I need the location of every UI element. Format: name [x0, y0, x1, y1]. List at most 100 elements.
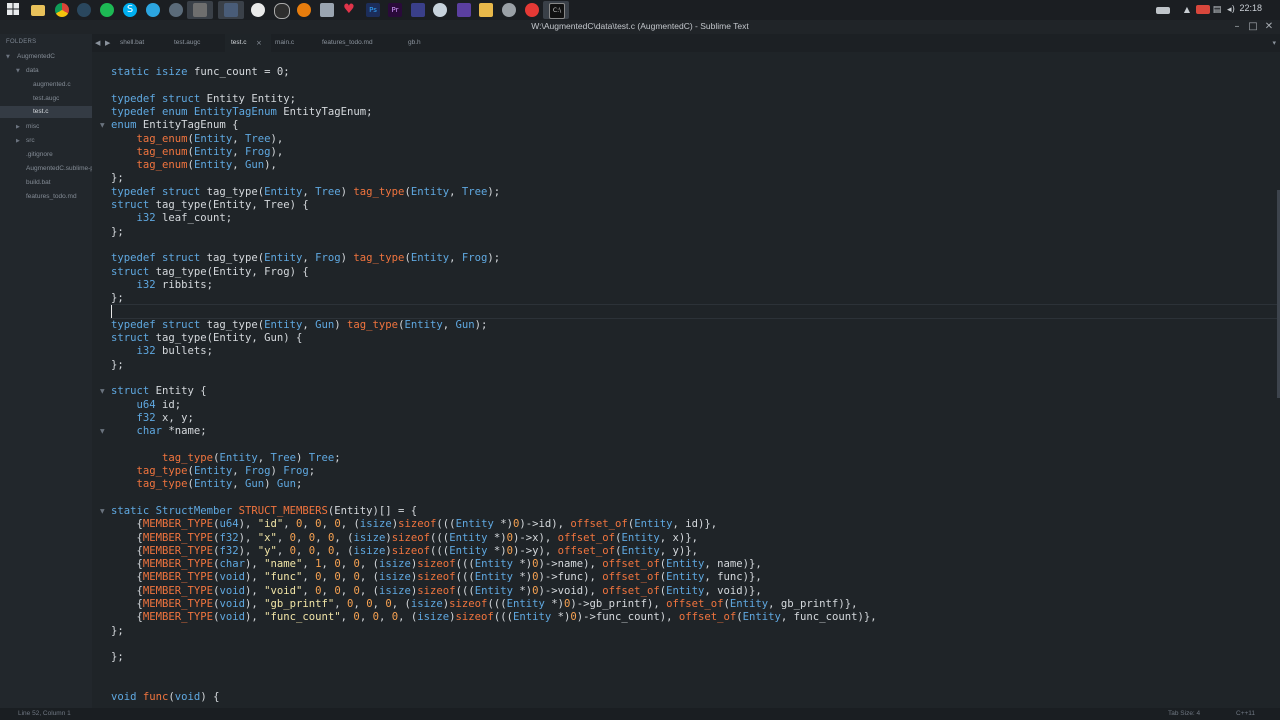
network-icon[interactable]: ▤: [1210, 3, 1224, 17]
chevron-up-icon[interactable]: ▲: [1180, 3, 1194, 17]
code-line[interactable]: u64 id;: [111, 399, 182, 412]
clock[interactable]: 22:18: [1239, 3, 1262, 13]
code-line[interactable]: struct Entity {: [111, 385, 207, 398]
code-line[interactable]: typedef struct tag_type(Entity, Frog) ta…: [111, 252, 500, 265]
code-line[interactable]: struct tag_type(Entity, Frog) {: [111, 266, 309, 279]
code-line[interactable]: {MEMBER_TYPE(f32), "y", 0, 0, 0, (isize)…: [111, 545, 699, 558]
code-line[interactable]: tag_type(Entity, Frog) Frog;: [111, 465, 316, 478]
mail-icon[interactable]: [457, 3, 471, 17]
code-line[interactable]: {MEMBER_TYPE(void), "func", 0, 0, 0, (is…: [111, 571, 762, 584]
code-line[interactable]: static isize func_count = 0;: [111, 66, 290, 79]
sidebar-item-augmented-c[interactable]: augmented.c: [33, 79, 71, 91]
chevron-left-icon[interactable]: ◀: [95, 34, 100, 52]
volume-icon[interactable]: ◂): [1224, 3, 1238, 17]
chrome-icon[interactable]: [55, 3, 69, 17]
app3-icon[interactable]: [411, 3, 425, 17]
explorer-icon[interactable]: [224, 3, 238, 17]
steam-icon[interactable]: [77, 3, 91, 17]
code-line[interactable]: {MEMBER_TYPE(void), "void", 0, 0, 0, (is…: [111, 585, 762, 598]
record-icon[interactable]: [502, 3, 516, 17]
photoshop-icon[interactable]: Ps: [366, 3, 380, 17]
code-line[interactable]: void func(void) {: [111, 691, 219, 704]
close-icon[interactable]: ✕: [1262, 20, 1276, 34]
syntax-indicator[interactable]: C++11: [1236, 708, 1255, 720]
heart-icon[interactable]: ♥: [342, 3, 356, 17]
chevron-right-icon[interactable]: ▶: [16, 121, 20, 133]
chevron-right-icon[interactable]: ▶: [105, 34, 110, 52]
code-line[interactable]: enum EntityTagEnum {: [111, 119, 239, 132]
code-line[interactable]: {MEMBER_TYPE(u64), "id", 0, 0, 0, (isize…: [111, 518, 718, 531]
youtube-icon[interactable]: [525, 3, 539, 17]
code-line[interactable]: struct tag_type(Entity, Tree) {: [111, 199, 309, 212]
code-line[interactable]: typedef struct Entity Entity;: [111, 93, 296, 106]
image-icon[interactable]: [320, 3, 334, 17]
terminal-icon[interactable]: C:\: [549, 3, 565, 19]
code-line[interactable]: f32 x, y;: [111, 412, 194, 425]
code-line[interactable]: };: [111, 226, 124, 239]
sidebar-item-features-todo[interactable]: features_todo.md: [26, 191, 77, 203]
code-line[interactable]: {MEMBER_TYPE(char), "name", 1, 0, 0, (is…: [111, 558, 762, 571]
code-line[interactable]: char *name;: [111, 425, 207, 438]
skype-icon[interactable]: S: [123, 3, 137, 17]
code-line[interactable]: };: [111, 625, 124, 638]
code-line[interactable]: tag_enum(Entity, Frog),: [111, 146, 284, 159]
tab-features-todo-md[interactable]: features_todo.md: [316, 34, 400, 52]
code-line[interactable]: typedef struct tag_type(Entity, Tree) ta…: [111, 186, 500, 199]
tab-test-c[interactable]: test.c: [225, 34, 271, 52]
code-line[interactable]: tag_type(Entity, Gun) Gun;: [111, 478, 303, 491]
tab-size-indicator[interactable]: Tab Size: 4: [1168, 708, 1200, 720]
obs-icon[interactable]: [251, 3, 265, 17]
tab-shell-bat[interactable]: shell.bat: [114, 34, 170, 52]
fold-arrow-icon[interactable]: ▼: [100, 385, 105, 398]
code-line[interactable]: tag_enum(Entity, Gun),: [111, 159, 277, 172]
telegram-icon[interactable]: [146, 3, 160, 17]
code-line[interactable]: i32 bullets;: [111, 345, 214, 358]
keyboard-icon[interactable]: [1156, 7, 1170, 14]
tab-gb-h[interactable]: gb.h: [402, 34, 442, 52]
close-icon[interactable]: ×: [256, 34, 262, 52]
code-line[interactable]: };: [111, 172, 124, 185]
code-line[interactable]: {MEMBER_TYPE(void), "func_count", 0, 0, …: [111, 611, 877, 624]
minimize-icon[interactable]: –: [1230, 20, 1244, 34]
blender-icon[interactable]: [297, 3, 311, 17]
windows-start-icon[interactable]: [6, 3, 20, 17]
code-line[interactable]: typedef enum EntityTagEnum EntityTagEnum…: [111, 106, 373, 119]
code-line[interactable]: {MEMBER_TYPE(void), "gb_printf", 0, 0, 0…: [111, 598, 858, 611]
line-column-indicator[interactable]: Line 52, Column 1: [18, 708, 71, 720]
app-icon[interactable]: [169, 3, 183, 17]
code-line[interactable]: };: [111, 651, 124, 664]
code-line[interactable]: static StructMember STRUCT_MEMBERS(Entit…: [111, 505, 417, 518]
code-line[interactable]: };: [111, 292, 124, 305]
code-line[interactable]: typedef struct tag_type(Entity, Gun) tag…: [111, 319, 487, 332]
chevron-down-icon[interactable]: ▼: [16, 65, 20, 77]
maximize-icon[interactable]: □: [1246, 20, 1260, 34]
sidebar-item-test-augc[interactable]: test.augc: [33, 93, 59, 105]
chevron-down-icon[interactable]: ▼: [6, 51, 10, 63]
sidebar-item-build-bat[interactable]: build.bat: [26, 177, 51, 189]
tab-test-augc[interactable]: test.augc: [168, 34, 226, 52]
code-line[interactable]: struct tag_type(Entity, Gun) {: [111, 332, 302, 345]
tab-main-c[interactable]: main.c: [269, 34, 315, 52]
app4-icon[interactable]: [433, 3, 447, 17]
app2-icon[interactable]: [274, 3, 290, 19]
fold-arrow-icon[interactable]: ▼: [100, 119, 105, 132]
chevron-right-icon[interactable]: ▶: [16, 135, 20, 147]
fold-arrow-icon[interactable]: ▼: [100, 425, 105, 438]
sidebar-item-data[interactable]: data: [26, 65, 39, 77]
fold-arrow-icon[interactable]: ▼: [100, 505, 105, 518]
chevron-down-icon[interactable]: ▾: [1272, 34, 1276, 52]
code-line[interactable]: {MEMBER_TYPE(f32), "x", 0, 0, 0, (isize)…: [111, 532, 699, 545]
code-line[interactable]: tag_enum(Entity, Tree),: [111, 133, 284, 146]
folder-icon[interactable]: [31, 5, 45, 16]
flag-icon[interactable]: [1196, 5, 1210, 14]
app5-icon[interactable]: [479, 3, 493, 17]
code-line[interactable]: i32 leaf_count;: [111, 212, 233, 225]
code-line[interactable]: };: [111, 359, 124, 372]
sidebar-item-test-c[interactable]: test.c: [33, 106, 49, 118]
sidebar-item-sublime-project[interactable]: AugmentedC.sublime-project: [26, 163, 92, 175]
sidebar-item-src[interactable]: src: [26, 135, 35, 147]
premiere-icon[interactable]: Pr: [388, 3, 402, 17]
code-line[interactable]: tag_type(Entity, Tree) Tree;: [111, 452, 341, 465]
sidebar-item-augmentedc[interactable]: AugmentedC: [17, 51, 55, 63]
code-line[interactable]: i32 ribbits;: [111, 279, 214, 292]
